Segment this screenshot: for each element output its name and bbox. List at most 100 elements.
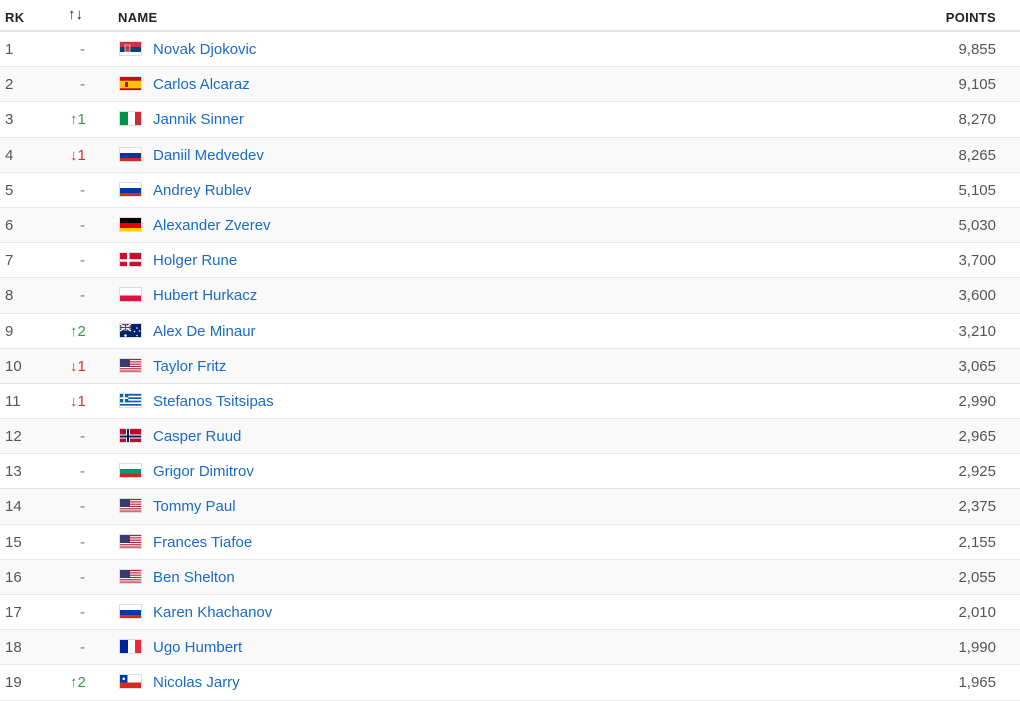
russia-flag-icon — [119, 147, 142, 162]
player-name-link[interactable]: Taylor Fritz — [153, 358, 226, 375]
movement-cell: - — [80, 639, 114, 656]
player-name-link[interactable]: Karen Khachanov — [153, 604, 272, 621]
movement-value: - — [80, 463, 85, 480]
russia-flag-icon — [119, 182, 142, 197]
player-name-link[interactable]: Alex De Minaur — [153, 323, 256, 340]
player-name-link[interactable]: Grigor Dimitrov — [153, 463, 254, 480]
player-name-link[interactable]: Holger Rune — [153, 252, 237, 269]
movement-value: 1 — [78, 147, 86, 164]
player-name-link[interactable]: Hubert Hurkacz — [153, 287, 257, 304]
points-cell: 5,105 — [958, 182, 996, 199]
movement-value: 1 — [78, 111, 86, 128]
rank-cell: 2 — [5, 76, 13, 93]
table-row: 17 - Karen Khachanov 2,010 — [0, 595, 1020, 630]
rank-cell: 4 — [5, 147, 13, 164]
table-row: 11↓1Stefanos Tsitsipas2,990 — [0, 384, 1020, 419]
header-points[interactable]: POINTS — [946, 10, 996, 25]
points-cell: 2,010 — [958, 604, 996, 621]
table-row: 13-Grigor Dimitrov2,925 — [0, 454, 1020, 489]
movement-value: 2 — [78, 323, 86, 340]
spain-flag-icon — [119, 76, 142, 91]
movement-cell: - — [80, 463, 114, 480]
player-name-link[interactable]: Tommy Paul — [153, 498, 236, 515]
rank-cell: 11 — [5, 393, 21, 410]
movement-cell: - — [80, 498, 114, 515]
player-name-link[interactable]: Casper Ruud — [153, 428, 241, 445]
arrow-up-icon: ↑ — [70, 674, 78, 691]
points-cell: 3,600 — [958, 287, 996, 304]
movement-value: 2 — [78, 674, 86, 691]
france-flag-icon — [119, 639, 142, 654]
movement-value: - — [80, 639, 85, 656]
player-name-link[interactable]: Jannik Sinner — [153, 111, 244, 128]
player-name-link[interactable]: Novak Djokovic — [153, 41, 256, 58]
points-cell: 2,055 — [958, 569, 996, 586]
points-cell: 9,855 — [958, 41, 996, 58]
rank-cell: 10 — [5, 358, 22, 375]
movement-cell: ↑2 — [70, 674, 104, 691]
usa-flag-icon — [119, 358, 142, 373]
movement-value: - — [80, 217, 85, 234]
usa-flag-icon — [119, 498, 142, 513]
poland-flag-icon — [119, 287, 142, 302]
header-name[interactable]: NAME — [118, 10, 157, 25]
rank-cell: 1 — [5, 41, 13, 58]
movement-cell: ↓1 — [70, 358, 104, 375]
movement-value: - — [80, 498, 85, 515]
movement-cell: - — [80, 534, 114, 551]
movement-value: 1 — [78, 393, 86, 410]
movement-value: - — [80, 287, 85, 304]
player-name-link[interactable]: Daniil Medvedev — [153, 147, 264, 164]
rank-cell: 12 — [5, 428, 22, 445]
table-row: 15-Frances Tiafoe2,155 — [0, 525, 1020, 560]
movement-cell: - — [80, 252, 114, 269]
table-row: 7-Holger Rune3,700 — [0, 243, 1020, 278]
rank-cell: 18 — [5, 639, 22, 656]
table-row: 19↑2Nicolas Jarry1,965 — [0, 665, 1020, 700]
player-name-link[interactable]: Stefanos Tsitsipas — [153, 393, 274, 410]
points-cell: 8,270 — [958, 111, 996, 128]
rank-cell: 8 — [5, 287, 13, 304]
header-movement-sort-icon[interactable]: ↑↓ — [68, 6, 83, 23]
movement-value: 1 — [78, 358, 86, 375]
player-name-link[interactable]: Carlos Alcaraz — [153, 76, 250, 93]
points-cell: 1,990 — [958, 639, 996, 656]
arrow-down-icon: ↓ — [70, 358, 78, 375]
rank-cell: 6 — [5, 217, 13, 234]
movement-value: - — [80, 182, 85, 199]
table-row: 1 - Novak Djokovic 9,855 — [0, 32, 1020, 67]
movement-cell: - — [80, 604, 114, 621]
arrow-down-icon: ↓ — [70, 147, 78, 164]
table-row: 18 - Ugo Humbert 1,990 — [0, 630, 1020, 665]
player-name-link[interactable]: Frances Tiafoe — [153, 534, 252, 551]
player-name-link[interactable]: Alexander Zverev — [153, 217, 271, 234]
points-cell: 2,965 — [958, 428, 996, 445]
movement-value: - — [80, 534, 85, 551]
player-name-link[interactable]: Nicolas Jarry — [153, 674, 240, 691]
points-cell: 9,105 — [958, 76, 996, 93]
movement-cell: - — [80, 428, 114, 445]
movement-value: - — [80, 569, 85, 586]
rank-cell: 3 — [5, 111, 13, 128]
arrow-up-icon: ↑ — [70, 323, 78, 340]
player-name-link[interactable]: Ben Shelton — [153, 569, 235, 586]
russia-flag-icon — [119, 604, 142, 619]
rank-cell: 14 — [5, 498, 22, 515]
points-cell: 5,030 — [958, 217, 996, 234]
usa-flag-icon — [119, 569, 142, 584]
header-rank[interactable]: RK — [5, 10, 24, 25]
rank-cell: 17 — [5, 604, 22, 621]
table-row: 12 - Casper Ruud 2,965 — [0, 419, 1020, 454]
table-row: 10↓1Taylor Fritz3,065 — [0, 349, 1020, 384]
italy-flag-icon — [119, 111, 142, 126]
norway-flag-icon — [119, 428, 142, 443]
player-name-link[interactable]: Andrey Rublev — [153, 182, 251, 199]
table-row: 4↓1Daniil Medvedev8,265 — [0, 138, 1020, 173]
rank-cell: 16 — [5, 569, 22, 586]
rank-cell: 7 — [5, 252, 13, 269]
movement-cell: - — [80, 569, 114, 586]
table-row: 9↑2Alex De Minaur3,210 — [0, 314, 1020, 349]
player-name-link[interactable]: Ugo Humbert — [153, 639, 242, 656]
table-row: 16 - Ben Shelton 2,055 — [0, 560, 1020, 595]
movement-value: - — [80, 41, 85, 58]
